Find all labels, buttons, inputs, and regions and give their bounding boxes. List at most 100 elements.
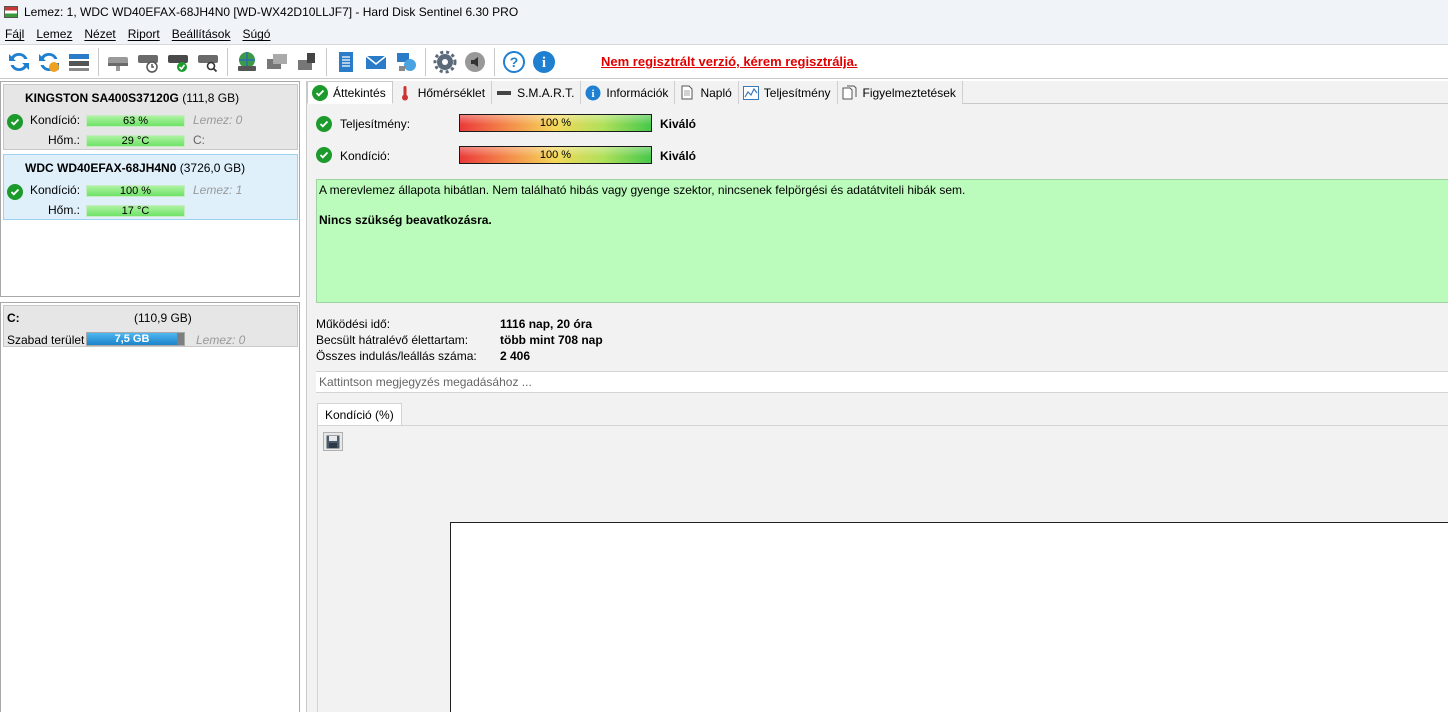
condition-value: 100 % [539, 149, 572, 161]
window-title: Lemez: 1, WDC WD40EFAX-68JH4N0 [WD-WX42D… [24, 5, 519, 19]
menu-settings[interactable]: Beállítások [166, 27, 237, 41]
disk-index-note: Lemez: 1 [193, 183, 243, 197]
registration-warning-link[interactable]: Nem regisztrált verzió, kérem regisztrál… [601, 54, 858, 69]
menu-bar: Fájl Lemez Nézet Riport Beállítások Súgó [0, 24, 1448, 44]
status-description-box: A merevlemez állapota hibátlan. Nem talá… [316, 179, 1448, 303]
disk-name: KINGSTON SA400S37120G (111,8 GB) [25, 91, 240, 105]
info-icon[interactable]: i [529, 47, 559, 77]
menu-file[interactable]: Fájl [0, 27, 30, 41]
tab-alerts[interactable]: Figyelmeztetések [837, 81, 963, 104]
tab-condition-chart[interactable]: Kondíció (%) [317, 403, 402, 425]
tab-label: S.M.A.R.T. [517, 85, 575, 100]
drive-letter-note: C: [193, 133, 205, 147]
menu-help[interactable]: Súgó [236, 27, 276, 41]
free-space-label: Szabad terület [7, 333, 85, 347]
menu-disk[interactable]: Lemez [30, 27, 78, 41]
app-icon [4, 6, 18, 18]
tab-performance[interactable]: Teljesítmény [738, 81, 838, 104]
hdd-check-icon[interactable] [163, 47, 193, 77]
tab-bar: Áttekintés Hőmérséklet S.M.A.R.T. i Info… [307, 81, 1448, 104]
svg-text:i: i [592, 88, 595, 100]
disk-name: WDC WD40EFAX-68JH4N0 (3726,0 GB) [25, 161, 246, 175]
hdd-icon [496, 85, 512, 101]
status-ok-icon [316, 116, 332, 132]
status-ok-icon [7, 184, 23, 200]
network-icon[interactable] [391, 47, 421, 77]
help-icon[interactable]: ? [499, 47, 529, 77]
status-ok-icon [7, 114, 23, 130]
condition-label: Kondíció: [340, 149, 391, 163]
hdd-clock-icon[interactable] [133, 47, 163, 77]
disk-card-wdc-selected[interactable]: WDC WD40EFAX-68JH4N0 (3726,0 GB) Kondíci… [3, 154, 298, 220]
volume-card-c[interactable]: C: (110,9 GB) Szabad terület 7,5 GB Leme… [3, 305, 298, 347]
mail-icon[interactable] [361, 47, 391, 77]
status-text: A merevlemez állapota hibátlan. Nem talá… [319, 183, 966, 197]
speaker-icon[interactable] [460, 47, 490, 77]
status-action: Nincs szükség beavatkozásra. [319, 213, 492, 227]
note-input[interactable] [316, 371, 1448, 393]
status-ok-icon [312, 84, 328, 101]
status-ok-icon [316, 147, 332, 163]
info-icon: i [585, 85, 601, 101]
refresh-all-icon[interactable] [34, 47, 64, 77]
disk-list-icon[interactable] [64, 47, 94, 77]
toolbar-separator [425, 47, 426, 76]
chart-plot-area [450, 522, 1448, 712]
hdd-icon[interactable] [103, 47, 133, 77]
free-space-value: 7,5 GB [114, 333, 150, 345]
performance-status: Kiváló [660, 117, 697, 131]
menu-view[interactable]: Nézet [78, 27, 121, 41]
chart-icon [742, 85, 759, 101]
performance-bar: 100 % [459, 114, 652, 132]
disk-card-kingston[interactable]: KINGSTON SA400S37120G (111,8 GB) Kondíci… [3, 84, 298, 150]
volume-size: (110,9 GB) [134, 311, 192, 325]
tab-label: Figyelmeztetések [862, 85, 956, 100]
disk-transfer-icon[interactable] [262, 47, 292, 77]
floppy-icon [326, 435, 340, 448]
volume-list-panel: C: (110,9 GB) Szabad terület 7,5 GB Leme… [0, 302, 300, 712]
toolbar: ? i Nem regisztrált verzió, kérem regisz… [0, 44, 1448, 79]
tab-smart[interactable]: S.M.A.R.T. [492, 81, 582, 104]
toolbar-separator [227, 47, 228, 76]
volume-disk-note: Lemez: 0 [196, 333, 246, 347]
notepad-icon[interactable] [331, 47, 361, 77]
globe-disk-icon[interactable] [232, 47, 262, 77]
temperature-bar: 29 °C [86, 135, 185, 147]
main-panel: Áttekintés Hőmérséklet S.M.A.R.T. i Info… [306, 81, 1448, 712]
toolbar-separator [494, 47, 495, 76]
condition-bar: 100 % [86, 185, 185, 197]
tab-label: Napló [700, 85, 732, 100]
tab-label: Hőmérséklet [417, 85, 486, 100]
hdd-search-icon[interactable] [193, 47, 223, 77]
tab-overview[interactable]: Áttekintés [307, 81, 393, 104]
disk-tools-icon[interactable] [292, 47, 322, 77]
condition-label: Kondíció: [30, 113, 81, 127]
toolbar-separator [326, 47, 327, 76]
tab-log[interactable]: Napló [675, 81, 739, 104]
tab-information[interactable]: i Információk [581, 81, 676, 104]
free-space-bar: 7,5 GB [86, 332, 185, 346]
refresh-icon[interactable] [4, 47, 34, 77]
toolbar-separator [98, 47, 99, 76]
condition-chart-panel [317, 425, 1448, 712]
performance-label: Teljesítmény: [340, 117, 411, 131]
tab-label: Teljesítmény [763, 85, 831, 100]
condition-bar: 63 % [86, 115, 185, 127]
temperature-bar: 17 °C [86, 205, 185, 217]
disk-list-panel: KINGSTON SA400S37120G (111,8 GB) Kondíci… [0, 81, 300, 297]
title-bar: Lemez: 1, WDC WD40EFAX-68JH4N0 [WD-WX42D… [0, 0, 1448, 24]
condition-status: Kiváló [660, 149, 697, 163]
tab-label: Információk [606, 85, 669, 100]
performance-value: 100 % [539, 117, 572, 129]
temperature-label: Hőm.: [48, 203, 81, 217]
svg-text:?: ? [510, 54, 519, 70]
gear-icon[interactable] [430, 47, 460, 77]
menu-report[interactable]: Riport [122, 27, 166, 41]
temperature-label: Hőm.: [48, 133, 81, 147]
tab-temperature[interactable]: Hőmérséklet [392, 81, 493, 104]
save-button[interactable] [323, 432, 343, 451]
documents-icon [842, 85, 858, 101]
tab-label: Áttekintés [333, 85, 386, 100]
volume-letter: C: [7, 311, 20, 325]
condition-bar: 100 % [459, 146, 652, 164]
